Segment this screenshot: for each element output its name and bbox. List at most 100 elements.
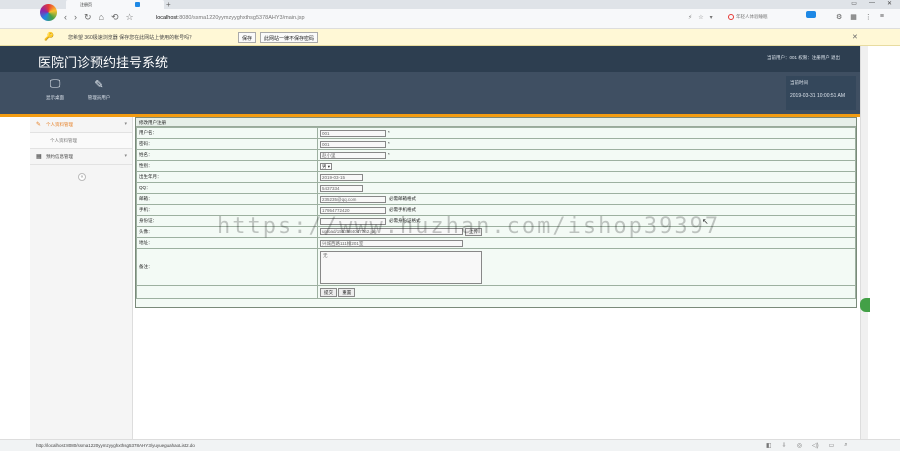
watermark: https://www.huzhan.com/ishop39397 bbox=[217, 214, 721, 239]
restore-page-icon[interactable]: ⟲ bbox=[111, 12, 119, 23]
required-mark: * bbox=[388, 141, 390, 147]
zoom-icon[interactable]: ⌕ bbox=[844, 442, 847, 449]
birthdate-field[interactable]: 2019-03-15 bbox=[320, 173, 363, 181]
sidebar-item-personal-info[interactable]: ✎ 个人资料管理 ▾ bbox=[30, 117, 132, 133]
show-desktop-button[interactable]: 🖵 显示桌面 bbox=[37, 78, 73, 101]
name-label: 姓名： bbox=[136, 149, 318, 161]
sound-icon[interactable]: ◁) bbox=[812, 442, 819, 449]
save-password-button[interactable]: 保存 bbox=[238, 32, 257, 43]
gender-label: 性别： bbox=[136, 160, 318, 172]
sidebar-item-appointments[interactable]: ▦ 预约信息管理 ▾ bbox=[30, 149, 132, 165]
address-bar: ‹ › ↻ ⌂ ⟲ ☆ localhost:8080/ssma1220yymzy… bbox=[0, 9, 900, 29]
browser-logo-icon[interactable] bbox=[40, 4, 57, 21]
bookmark-star-icon[interactable]: ☆ bbox=[126, 12, 134, 23]
search-engine-icon bbox=[728, 14, 734, 20]
username-label: 用户名： bbox=[136, 127, 318, 139]
monitor-icon: 🖵 bbox=[49, 78, 61, 90]
address-label: 地址： bbox=[136, 237, 318, 249]
qq-label: QQ： bbox=[136, 182, 318, 194]
chevron-down-icon: ▾ bbox=[124, 121, 127, 127]
email-label: 邮箱： bbox=[136, 193, 318, 205]
target-icon[interactable]: ◎ bbox=[797, 442, 802, 449]
remark-label: 备注： bbox=[136, 248, 318, 286]
minimize-icon[interactable]: — bbox=[869, 0, 875, 7]
edit-user-form: 修改用户注册 用户名： 001 * 密码： 001 * 姓名： 赵小里 * 性别： 男… bbox=[135, 117, 857, 308]
phone-hint: 必需手机格式 bbox=[389, 207, 416, 213]
dropdown-icon[interactable]: ▾ bbox=[710, 14, 713, 21]
save-password-message: 您希望 360极速浏览器 保存您在此网站上使用的帐号吗？ bbox=[68, 35, 195, 41]
password-label: 密码： bbox=[136, 138, 318, 150]
lightning-icon[interactable]: ⚡ bbox=[688, 14, 692, 21]
form-table: 用户名： 001 * 密码： 001 * 姓名： 赵小里 * 性别： 男 ▾ 出生年月… bbox=[136, 127, 856, 299]
tab-title: 注册页 bbox=[80, 2, 92, 7]
close-password-bar-icon[interactable]: ✕ bbox=[852, 33, 858, 41]
admin-user-label: 管理员用户 bbox=[87, 95, 111, 100]
status-bar: http://localhost:8080/ssma1220yymzyyghxt… bbox=[0, 439, 900, 451]
new-tab-button[interactable]: + bbox=[166, 0, 171, 9]
sidebar: ✎ 个人资料管理 ▾ 个人资料管理 ▦ 预约信息管理 ▾ « bbox=[30, 117, 133, 439]
save-password-bar: 🔑 您希望 360极速浏览器 保存您在此网站上使用的帐号吗？ 保存 此网站一律不… bbox=[0, 29, 900, 46]
side-float-widget-icon[interactable] bbox=[860, 298, 870, 312]
grid-icon: ▦ bbox=[36, 154, 42, 160]
sidebar-subitem-personal-info[interactable]: 个人资料管理 bbox=[30, 133, 132, 149]
window-controls: ▭ — ✕ bbox=[851, 0, 892, 7]
download-icon[interactable]: ⇩ bbox=[782, 442, 787, 449]
forward-icon[interactable]: › bbox=[74, 12, 77, 23]
status-url: http://localhost:8080/ssma1220yymzyyghxt… bbox=[36, 443, 195, 448]
back-icon[interactable]: ‹ bbox=[64, 12, 67, 23]
email-field[interactable]: 235235@qq.com bbox=[320, 195, 386, 203]
mouse-cursor-icon: ↖ bbox=[702, 217, 709, 226]
phone-field[interactable]: 17954772420 bbox=[320, 206, 386, 214]
pencil-icon: ✎ bbox=[94, 79, 104, 91]
pencil-icon: ✎ bbox=[36, 122, 42, 128]
favorite-icon[interactable]: ☆ bbox=[698, 14, 703, 21]
window-icon[interactable]: ▭ bbox=[829, 442, 835, 449]
user-info[interactable]: 当前用户：001 权限：注册用户 退出 bbox=[767, 55, 840, 61]
app-toolbar: 🖵 显示桌面 ✎ 管理员用户 当前时间 2019-03-31 10:00:51 … bbox=[0, 72, 860, 114]
password-field[interactable]: 001 bbox=[320, 140, 386, 148]
tab-favicon-icon bbox=[135, 2, 140, 7]
time-label: 当前时间 bbox=[790, 80, 808, 85]
current-time-box: 当前时间 2019-03-31 10:00:51 AM bbox=[786, 76, 856, 110]
reload-icon[interactable]: ↻ bbox=[84, 12, 92, 23]
home-icon[interactable]: ⌂ bbox=[99, 12, 104, 23]
nav-buttons: ‹ › ↻ ⌂ ⟲ ☆ bbox=[64, 12, 134, 23]
reset-button[interactable]: 重置 bbox=[338, 287, 356, 297]
cloud-icon[interactable] bbox=[806, 11, 816, 18]
gender-select[interactable]: 男 ▾ bbox=[320, 162, 333, 170]
qq-field[interactable]: 5437334 bbox=[320, 184, 363, 192]
chevron-down-icon: ▾ bbox=[124, 153, 127, 159]
url-input[interactable]: localhost:8080/ssma1220yymzyyghxthsg5378… bbox=[156, 12, 724, 26]
remark-textarea[interactable]: 无 bbox=[320, 250, 482, 284]
email-hint: 必需邮箱格式 bbox=[389, 196, 416, 202]
status-icons: ◧ ⇩ ◎ ◁) ▭ ⌕ bbox=[766, 442, 848, 449]
tab-active[interactable]: 注册页 bbox=[66, 0, 164, 9]
search-box[interactable]: 年轻人体验睡眠 bbox=[728, 14, 788, 20]
url-host: localhost bbox=[156, 15, 178, 21]
key-icon: 🔑 bbox=[44, 32, 54, 41]
never-save-button[interactable]: 此网站一律不保存密码 bbox=[260, 32, 319, 43]
time-value: 2019-03-31 10:00:51 AM bbox=[790, 93, 846, 99]
submit-button[interactable]: 提交 bbox=[320, 287, 337, 297]
restore-icon[interactable]: ▭ bbox=[851, 0, 857, 7]
menu-icon[interactable]: ≡ bbox=[880, 13, 884, 21]
username-field[interactable]: 001 bbox=[320, 129, 386, 137]
required-mark: * bbox=[388, 130, 390, 136]
settings-icon[interactable]: ⚙ bbox=[836, 13, 842, 21]
address-right-icons: ⚡ ☆ ▾ bbox=[688, 14, 713, 21]
app-title: 医院门诊预约挂号系统 bbox=[38, 56, 169, 71]
admin-user-button[interactable]: ✎ 管理员用户 bbox=[81, 78, 117, 101]
apps-icon[interactable]: ▦ bbox=[850, 13, 857, 21]
required-mark: * bbox=[388, 152, 390, 158]
show-desktop-label: 显示桌面 bbox=[46, 95, 64, 100]
panel-icon[interactable]: ◧ bbox=[766, 442, 772, 449]
sidebar-collapse-icon[interactable]: « bbox=[78, 173, 86, 181]
vertical-scrollbar[interactable] bbox=[860, 46, 868, 439]
more-icon[interactable]: ⋮ bbox=[865, 13, 872, 21]
address-field[interactable]: 兴城西路111幢201室 bbox=[320, 239, 463, 247]
app-header: 医院门诊预约挂号系统 当前用户：001 权限：注册用户 退出 bbox=[0, 46, 860, 72]
url-path: :8080/ssma1220yymzyyghxthsg5378AHY3/main… bbox=[177, 15, 305, 21]
name-field[interactable]: 赵小里 bbox=[320, 151, 386, 159]
close-icon[interactable]: ✕ bbox=[887, 0, 892, 7]
sidebar-item-label: 个人资料管理 bbox=[46, 122, 73, 127]
